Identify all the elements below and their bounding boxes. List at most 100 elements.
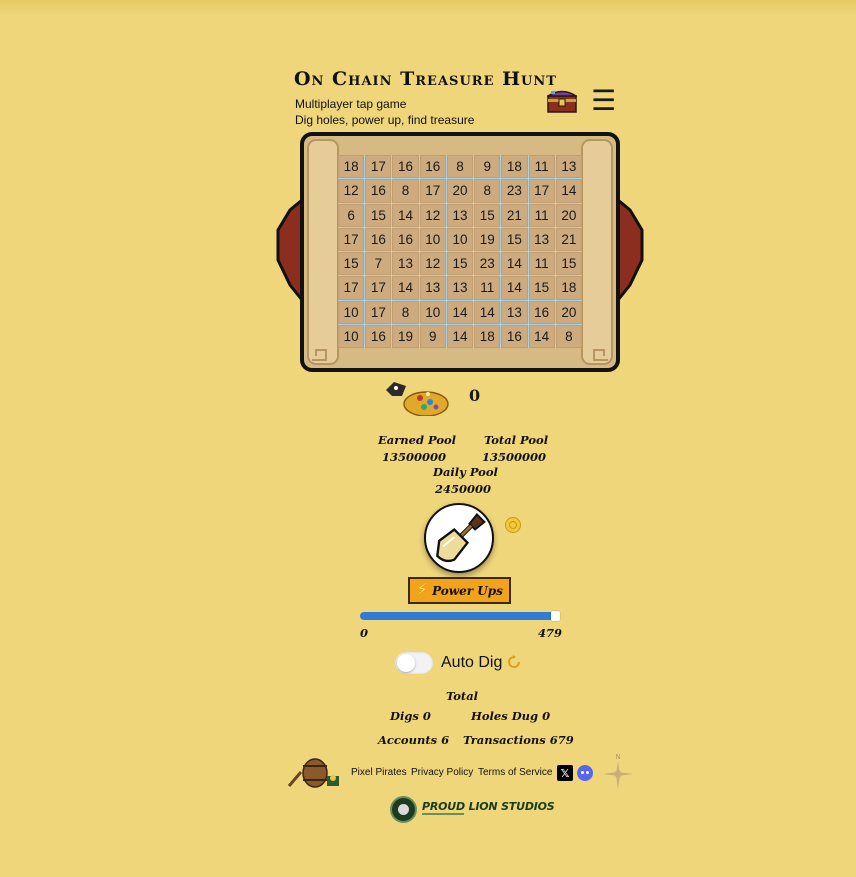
pixel-pirates-link[interactable]: Pixel Pirates	[351, 767, 407, 778]
grid-cell[interactable]: 9	[419, 324, 446, 348]
grid-cell[interactable]: 16	[528, 300, 555, 324]
grid-cell[interactable]: 9	[474, 155, 501, 179]
grid-cell[interactable]: 14	[555, 179, 582, 203]
grid-cell[interactable]: 16	[419, 155, 446, 179]
grid-cell[interactable]: 17	[365, 155, 392, 179]
dig-grid: 18 17 16 16 8 9 18 11 13 12 16 8 17 20 8 23 17 14 6 15 14 12 1…	[338, 155, 582, 348]
grid-cell[interactable]: 15	[446, 252, 474, 276]
grid-cell[interactable]: 10	[338, 324, 365, 348]
grid-cell[interactable]: 11	[474, 276, 501, 300]
grid-cell[interactable]: 15	[501, 227, 528, 251]
page-title: On Chain Treasure Hunt	[294, 68, 557, 90]
grid-cell[interactable]: 18	[474, 324, 501, 348]
grid-cell[interactable]: 10	[446, 227, 474, 251]
energy-max-label: 479	[538, 626, 563, 640]
grid-cell[interactable]: 23	[501, 179, 528, 203]
grid-cell[interactable]: 20	[555, 203, 582, 227]
grid-cell[interactable]: 13	[419, 276, 446, 300]
grid-cell[interactable]: 16	[501, 324, 528, 348]
grid-cell[interactable]: 14	[528, 324, 555, 348]
grid-cell[interactable]: 16	[365, 179, 392, 203]
grid-cell[interactable]: 18	[555, 276, 582, 300]
grid-cell[interactable]: 20	[555, 300, 582, 324]
grid-cell[interactable]: 8	[474, 179, 501, 203]
grid-cell[interactable]: 12	[419, 203, 446, 227]
grid-cell[interactable]: 12	[338, 179, 365, 203]
grid-cell[interactable]: 13	[528, 227, 555, 251]
grid-cell[interactable]: 7	[365, 252, 392, 276]
x-social-icon[interactable]: 𝕏	[557, 765, 573, 781]
stats-holes-dug: Holes Dug 0	[471, 709, 551, 723]
treasure-chest-icon[interactable]	[547, 87, 577, 113]
grid-cell[interactable]: 21	[555, 227, 582, 251]
grid-cell[interactable]: 14	[446, 324, 474, 348]
power-ups-button[interactable]: ⚡ Power Ups	[408, 577, 511, 604]
grid-cell[interactable]: 17	[338, 227, 365, 251]
toggle-knob	[397, 654, 415, 672]
grid-cell[interactable]: 14	[474, 300, 501, 324]
grid-cell[interactable]: 15	[474, 203, 501, 227]
grid-cell[interactable]: 17	[338, 276, 365, 300]
energy-progress-handle[interactable]	[551, 611, 560, 621]
grid-cell[interactable]: 19	[474, 227, 501, 251]
grid-cell[interactable]: 23	[474, 252, 501, 276]
terms-of-service-link[interactable]: Terms of Service	[478, 767, 552, 778]
grid-cell[interactable]: 13	[501, 300, 528, 324]
grid-cell[interactable]: 17	[365, 276, 392, 300]
grid-cell[interactable]: 16	[392, 155, 419, 179]
grid-cell[interactable]: 8	[392, 179, 419, 203]
brand-name: PROUD LION STUDIOS	[422, 800, 555, 813]
grid-cell[interactable]: 15	[365, 203, 392, 227]
grid-cell[interactable]: 11	[528, 155, 555, 179]
refresh-icon[interactable]	[507, 655, 521, 669]
grid-cell[interactable]: 17	[365, 300, 392, 324]
grid-cell[interactable]: 11	[528, 252, 555, 276]
privacy-policy-link[interactable]: Privacy Policy	[411, 767, 473, 778]
grid-cell[interactable]: 13	[392, 252, 419, 276]
grid-cell[interactable]: 18	[501, 155, 528, 179]
grid-cell[interactable]: 6	[338, 203, 365, 227]
grid-cell[interactable]: 16	[392, 227, 419, 251]
discord-icon[interactable]	[577, 765, 593, 781]
auto-dig-label: Auto Dig	[441, 654, 503, 671]
grid-cell[interactable]: 8	[392, 300, 419, 324]
energy-progress-fill	[360, 612, 556, 620]
grid-cell[interactable]: 13	[555, 155, 582, 179]
grid-cell[interactable]: 14	[501, 252, 528, 276]
grid-cell[interactable]: 14	[501, 276, 528, 300]
grid-cell[interactable]: 10	[338, 300, 365, 324]
grid-cell[interactable]: 19	[392, 324, 419, 348]
total-pool-value: 13500000	[482, 450, 547, 464]
grid-cell[interactable]: 20	[446, 179, 474, 203]
dig-button[interactable]	[424, 503, 494, 573]
energy-progress-bar[interactable]	[360, 611, 560, 621]
treasure-pile-icon	[386, 382, 449, 416]
grid-cell[interactable]: 15	[528, 276, 555, 300]
grid-cell[interactable]: 8	[555, 324, 582, 348]
grid-cell[interactable]: 16	[365, 227, 392, 251]
compass-rose-icon: N	[603, 753, 633, 790]
grid-cell[interactable]: 13	[446, 203, 474, 227]
grid-cell[interactable]: 16	[365, 324, 392, 348]
grid-cell[interactable]: 8	[446, 155, 474, 179]
lightning-icon: ⚡	[416, 580, 429, 600]
auto-dig-toggle[interactable]	[395, 652, 433, 674]
grid-cell[interactable]: 15	[338, 252, 365, 276]
subtitle-line-1: Multiplayer tap game	[295, 97, 407, 111]
grid-cell[interactable]: 17	[419, 179, 446, 203]
grid-cell[interactable]: 10	[419, 227, 446, 251]
grid-cell[interactable]: 18	[338, 155, 365, 179]
grid-cell[interactable]: 14	[392, 203, 419, 227]
treasure-count: 0	[469, 386, 481, 405]
grid-cell[interactable]: 14	[446, 300, 474, 324]
grid-cell[interactable]: 14	[392, 276, 419, 300]
grid-cell[interactable]: 21	[501, 203, 528, 227]
menu-icon[interactable]: ☰	[591, 86, 616, 116]
grid-cell[interactable]: 17	[528, 179, 555, 203]
power-ups-label: Power Ups	[432, 583, 503, 598]
grid-cell[interactable]: 15	[555, 252, 582, 276]
grid-cell[interactable]: 13	[446, 276, 474, 300]
grid-cell[interactable]: 12	[419, 252, 446, 276]
grid-cell[interactable]: 11	[528, 203, 555, 227]
grid-cell[interactable]: 10	[419, 300, 446, 324]
